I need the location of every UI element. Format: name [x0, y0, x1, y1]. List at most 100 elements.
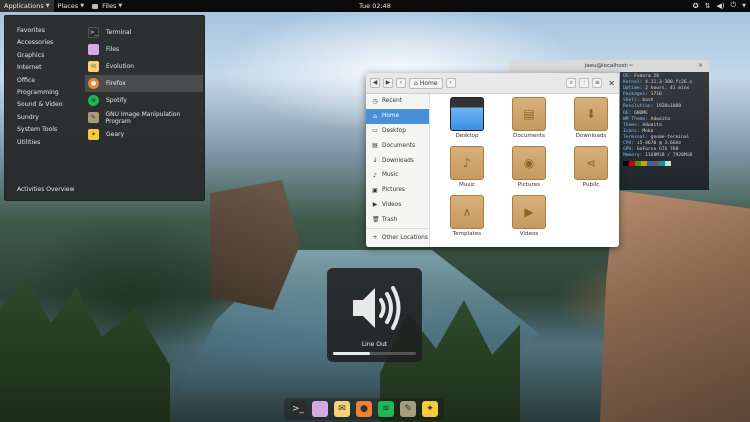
- documents-folder-icon: ▤: [512, 97, 546, 131]
- sidebar-divider: [366, 228, 429, 230]
- terminal-value: 1168MiB / 7920MiB: [642, 153, 693, 159]
- speaker-volume-icon: [353, 286, 401, 330]
- sidebar-item-label: Videos: [382, 201, 402, 208]
- terminal-value: bash: [639, 98, 654, 104]
- sidebar-item-label: Recent: [382, 98, 403, 105]
- desktop-icon: ▭: [372, 127, 378, 135]
- app-list: >_ Terminal Files ✉ Evolution ● Firefox …: [85, 24, 203, 143]
- sidebar-item-trash[interactable]: 🗑 Trash: [366, 212, 429, 227]
- app-item-firefox[interactable]: ● Firefox: [85, 75, 203, 92]
- accessibility-icon[interactable]: ✪: [693, 2, 699, 10]
- category-sundry[interactable]: Sundry: [17, 112, 63, 124]
- sidebar-item-pictures[interactable]: ▣ Pictures: [366, 183, 429, 198]
- folder-item-pictures[interactable]: ◉ Pictures: [498, 146, 560, 190]
- back-button[interactable]: ◀: [370, 78, 380, 88]
- folder-item-downloads[interactable]: ⬇ Downloads: [560, 97, 619, 141]
- sidebar-item-label: Documents: [382, 142, 416, 149]
- app-item-files[interactable]: Files: [85, 41, 203, 58]
- terminal-value: Fedora 26: [631, 74, 659, 79]
- places-menu-button[interactable]: Places ▼: [54, 0, 89, 12]
- category-sound-video[interactable]: Sound & Video: [17, 99, 63, 111]
- terminal-icon[interactable]: >_: [290, 401, 306, 417]
- spotify-icon[interactable]: ≋: [378, 401, 394, 417]
- chevron-down-icon: ▼: [118, 3, 123, 9]
- downloads-icon: ↓: [372, 157, 378, 165]
- volume-osd: Line Out: [327, 268, 422, 362]
- app-item-spotify[interactable]: ≋ Spotify: [85, 92, 203, 109]
- search-button[interactable]: ⌕: [566, 78, 577, 88]
- firefox-icon[interactable]: ●: [356, 401, 372, 417]
- category-office[interactable]: Office: [17, 75, 63, 87]
- activities-overview-link[interactable]: Activities Overview: [17, 186, 75, 193]
- app-item-geary[interactable]: ✦ Geary: [85, 126, 203, 143]
- folder-label: Documents: [513, 133, 545, 139]
- files-icon[interactable]: [312, 401, 328, 417]
- category-graphics[interactable]: Graphics: [17, 50, 63, 62]
- folder-label: Templates: [452, 231, 482, 237]
- sidebar-item-label: Desktop: [382, 127, 406, 134]
- close-icon[interactable]: ✕: [698, 60, 703, 72]
- evolution-icon[interactable]: ✉: [334, 401, 350, 417]
- files-app-menu-button[interactable]: Files ▼: [88, 0, 126, 12]
- chevron-down-icon[interactable]: ▼: [742, 3, 746, 9]
- sidebar-item-home[interactable]: ⌂ Home: [366, 108, 429, 124]
- clock[interactable]: Tue 02:48: [359, 2, 391, 10]
- top-bar: Applications ▼ Places ▼ Files ▼ Tue 02:4…: [0, 0, 750, 12]
- forward-button[interactable]: ▶: [383, 78, 393, 88]
- terminal-output[interactable]: OS: Fedora 26 Kernel: 4.11.3-300.fc26.x Up…: [620, 72, 709, 190]
- terminal-key: Theme:: [623, 122, 640, 128]
- gimp-icon[interactable]: ✎: [400, 401, 416, 417]
- category-utilities[interactable]: Utilities: [17, 137, 63, 149]
- folder-label: Videos: [519, 231, 539, 237]
- sidebar-item-label: Music: [382, 172, 399, 179]
- folder-item-public[interactable]: ⋖ Public: [560, 146, 619, 190]
- path-right-button[interactable]: ›: [445, 78, 456, 88]
- network-icon[interactable]: ⇅: [705, 2, 711, 10]
- category-programming[interactable]: Programming: [17, 87, 63, 99]
- path-bar-home[interactable]: ⌂ Home: [409, 77, 443, 89]
- geary-icon[interactable]: ✦: [422, 401, 438, 417]
- close-icon[interactable]: ✕: [608, 79, 615, 88]
- terminal-value: 1710: [647, 92, 662, 98]
- downloads-folder-icon: ⬇: [574, 97, 608, 131]
- path-left-button[interactable]: ‹: [396, 78, 406, 88]
- sidebar-item-music[interactable]: ♪ Music: [366, 168, 429, 183]
- power-icon[interactable]: ⏻: [731, 1, 737, 10]
- sidebar-item-desktop[interactable]: ▭ Desktop: [366, 124, 429, 139]
- sidebar-item-other-locations[interactable]: + Other Locations: [366, 230, 429, 245]
- geary-icon: ✦: [88, 129, 99, 140]
- sidebar-item-recent[interactable]: ◷ Recent: [366, 94, 429, 109]
- folder-item-music[interactable]: ♪ Music: [436, 146, 498, 190]
- spotify-icon: ≋: [88, 95, 99, 106]
- sidebar-item-downloads[interactable]: ↓ Downloads: [366, 153, 429, 168]
- view-options-button[interactable]: ⋮: [579, 78, 590, 88]
- category-internet[interactable]: Internet: [17, 62, 63, 74]
- app-item-evolution[interactable]: ✉ Evolution: [85, 58, 203, 75]
- applications-menu-button[interactable]: Applications ▼: [0, 0, 54, 12]
- category-favorites[interactable]: Favorites: [17, 25, 63, 37]
- app-item-gimp[interactable]: ✎ GNU Image Manipulation Program: [85, 109, 203, 126]
- terminal-value: 2 hours, 41 mins: [642, 86, 690, 92]
- app-label: Spotify: [106, 97, 127, 104]
- folder-item-videos[interactable]: ▶ Videos: [498, 195, 560, 239]
- files-icon: [88, 44, 99, 55]
- category-accessories[interactable]: Accessories: [17, 37, 63, 49]
- app-label: Terminal: [106, 29, 132, 36]
- volume-level-fill: [333, 352, 371, 355]
- sidebar-item-documents[interactable]: ▤ Documents: [366, 138, 429, 153]
- volume-icon[interactable]: ◀): [716, 2, 724, 10]
- menu-button[interactable]: ≡: [592, 78, 603, 88]
- folder-item-templates[interactable]: ∧ Templates: [436, 195, 498, 239]
- folder-item-documents[interactable]: ▤ Documents: [498, 97, 560, 141]
- terminal-line: Memory: 1168MiB / 7920MiB: [623, 153, 706, 159]
- app-item-terminal[interactable]: >_ Terminal: [85, 24, 203, 41]
- home-icon: ⌂: [414, 79, 418, 87]
- category-system-tools[interactable]: System Tools: [17, 124, 63, 136]
- folder-item-desktop[interactable]: Desktop: [436, 97, 498, 141]
- terminal-key: Memory:: [623, 153, 643, 159]
- system-tray[interactable]: ✪ ⇅ ◀) ⏻ ▼: [693, 1, 746, 10]
- folder-label: Public: [582, 182, 600, 188]
- terminal-lines: OS: Fedora 26 Kernel: 4.11.3-300.fc26.x Up…: [623, 74, 706, 159]
- terminal-titlebar[interactable]: jaeu@localhost:~ ✕: [509, 60, 709, 72]
- sidebar-item-videos[interactable]: ▶ Videos: [366, 198, 429, 213]
